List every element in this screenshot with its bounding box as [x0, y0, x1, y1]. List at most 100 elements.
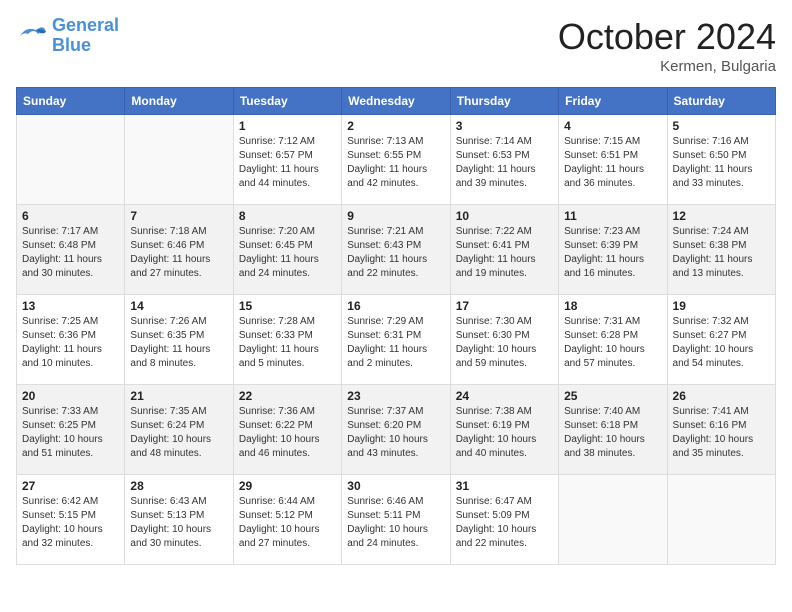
- table-row: [559, 475, 667, 565]
- table-row: 16 Sunrise: 7:29 AM Sunset: 6:31 PM Dayli…: [342, 295, 450, 385]
- table-row: 18Sunrise: 7:31 AM Sunset: 6:28 PM Dayli…: [559, 295, 667, 385]
- table-row: 22 Sunrise: 7:36 AM Sunset: 6:22 PM Dayli…: [233, 385, 341, 475]
- table-row: 23 Sunrise: 7:37 AM Sunset: 6:20 PM Dayli…: [342, 385, 450, 475]
- day-number: 5: [673, 119, 770, 133]
- day-info: Sunrise: 6:46 AM Sunset: 5:11 PM Dayligh…: [347, 495, 444, 551]
- col-tuesday: Tuesday: [233, 88, 341, 115]
- day-info: Sunrise: 7:17 AM Sunset: 6:48 PM Dayligh…: [22, 225, 119, 281]
- day-number: 7: [130, 209, 227, 223]
- day-number: 11: [564, 209, 661, 223]
- day-info: Sunrise: 7:13 AM Sunset: 6:55 PM Dayligh…: [347, 135, 444, 191]
- day-number: 14: [130, 299, 227, 313]
- day-number: 12: [673, 209, 770, 223]
- table-row: 17Sunrise: 7:30 AM Sunset: 6:30 PM Dayli…: [450, 295, 558, 385]
- table-row: 29 Sunrise: 6:44 AM Sunset: 5:12 PM Dayli…: [233, 475, 341, 565]
- day-number: 27: [22, 479, 119, 493]
- calendar-week-row: 6 Sunrise: 7:17 AM Sunset: 6:48 PM Daylig…: [17, 205, 776, 295]
- day-info: Sunrise: 7:33 AM Sunset: 6:25 PM Dayligh…: [22, 405, 119, 461]
- col-thursday: Thursday: [450, 88, 558, 115]
- day-info: Sunrise: 7:32 AM Sunset: 6:27 PM Dayligh…: [673, 315, 770, 371]
- table-row: 31 Sunrise: 6:47 AM Sunset: 5:09 PM Dayli…: [450, 475, 558, 565]
- table-row: 5 Sunrise: 7:16 AM Sunset: 6:50 PM Daylig…: [667, 115, 775, 205]
- day-info: Sunrise: 7:38 AM Sunset: 6:19 PM Dayligh…: [456, 405, 553, 461]
- day-number: 1: [239, 119, 336, 133]
- calendar-week-row: 27 Sunrise: 6:42 AM Sunset: 5:15 PM Dayli…: [17, 475, 776, 565]
- logo: General Blue: [16, 16, 119, 56]
- day-info: Sunrise: 7:16 AM Sunset: 6:50 PM Dayligh…: [673, 135, 770, 191]
- table-row: 10Sunrise: 7:22 AM Sunset: 6:41 PM Dayli…: [450, 205, 558, 295]
- day-number: 16: [347, 299, 444, 313]
- day-info: Sunrise: 6:47 AM Sunset: 5:09 PM Dayligh…: [456, 495, 553, 551]
- day-number: 25: [564, 389, 661, 403]
- day-info: Sunrise: 7:20 AM Sunset: 6:45 PM Dayligh…: [239, 225, 336, 281]
- day-number: 29: [239, 479, 336, 493]
- col-monday: Monday: [125, 88, 233, 115]
- day-info: Sunrise: 6:44 AM Sunset: 5:12 PM Dayligh…: [239, 495, 336, 551]
- table-row: 12 Sunrise: 7:24 AM Sunset: 6:38 PM Dayli…: [667, 205, 775, 295]
- table-row: 15Sunrise: 7:28 AM Sunset: 6:33 PM Dayli…: [233, 295, 341, 385]
- day-info: Sunrise: 7:14 AM Sunset: 6:53 PM Dayligh…: [456, 135, 553, 191]
- day-info: Sunrise: 7:30 AM Sunset: 6:30 PM Dayligh…: [456, 315, 553, 371]
- table-row: 3 Sunrise: 7:14 AM Sunset: 6:53 PM Daylig…: [450, 115, 558, 205]
- day-info: Sunrise: 7:21 AM Sunset: 6:43 PM Dayligh…: [347, 225, 444, 281]
- day-number: 4: [564, 119, 661, 133]
- table-row: 14Sunrise: 7:26 AM Sunset: 6:35 PM Dayli…: [125, 295, 233, 385]
- logo-text: General Blue: [52, 16, 119, 56]
- day-number: 9: [347, 209, 444, 223]
- day-info: Sunrise: 7:12 AM Sunset: 6:57 PM Dayligh…: [239, 135, 336, 191]
- col-wednesday: Wednesday: [342, 88, 450, 115]
- calendar-week-row: 1 Sunrise: 7:12 AM Sunset: 6:57 PM Daylig…: [17, 115, 776, 205]
- col-saturday: Saturday: [667, 88, 775, 115]
- table-row: 28Sunrise: 6:43 AM Sunset: 5:13 PM Dayli…: [125, 475, 233, 565]
- day-number: 21: [130, 389, 227, 403]
- day-number: 3: [456, 119, 553, 133]
- day-number: 13: [22, 299, 119, 313]
- day-number: 22: [239, 389, 336, 403]
- calendar-table: Sunday Monday Tuesday Wednesday Thursday…: [16, 87, 776, 565]
- day-number: 19: [673, 299, 770, 313]
- day-number: 15: [239, 299, 336, 313]
- day-info: Sunrise: 7:29 AM Sunset: 6:31 PM Dayligh…: [347, 315, 444, 371]
- day-number: 20: [22, 389, 119, 403]
- day-info: Sunrise: 7:35 AM Sunset: 6:24 PM Dayligh…: [130, 405, 227, 461]
- logo-icon: [16, 22, 48, 50]
- day-number: 8: [239, 209, 336, 223]
- table-row: 26 Sunrise: 7:41 AM Sunset: 6:16 PM Dayli…: [667, 385, 775, 475]
- day-info: Sunrise: 7:23 AM Sunset: 6:39 PM Dayligh…: [564, 225, 661, 281]
- table-row: 13 Sunrise: 7:25 AM Sunset: 6:36 PM Dayli…: [17, 295, 125, 385]
- table-row: 6 Sunrise: 7:17 AM Sunset: 6:48 PM Daylig…: [17, 205, 125, 295]
- location: Kermen, Bulgaria: [558, 58, 776, 75]
- table-row: 21 Sunrise: 7:35 AM Sunset: 6:24 PM Dayli…: [125, 385, 233, 475]
- table-row: 30 Sunrise: 6:46 AM Sunset: 5:11 PM Dayli…: [342, 475, 450, 565]
- table-row: 11 Sunrise: 7:23 AM Sunset: 6:39 PM Dayli…: [559, 205, 667, 295]
- day-info: Sunrise: 7:25 AM Sunset: 6:36 PM Dayligh…: [22, 315, 119, 371]
- day-number: 30: [347, 479, 444, 493]
- table-row: 8 Sunrise: 7:20 AM Sunset: 6:45 PM Daylig…: [233, 205, 341, 295]
- table-row: [17, 115, 125, 205]
- month-title: October 2024: [558, 16, 776, 58]
- table-row: 4 Sunrise: 7:15 AM Sunset: 6:51 PM Daylig…: [559, 115, 667, 205]
- day-info: Sunrise: 7:36 AM Sunset: 6:22 PM Dayligh…: [239, 405, 336, 461]
- table-row: 2Sunrise: 7:13 AM Sunset: 6:55 PM Daylig…: [342, 115, 450, 205]
- day-number: 6: [22, 209, 119, 223]
- day-info: Sunrise: 7:15 AM Sunset: 6:51 PM Dayligh…: [564, 135, 661, 191]
- day-info: Sunrise: 6:43 AM Sunset: 5:13 PM Dayligh…: [130, 495, 227, 551]
- day-info: Sunrise: 7:37 AM Sunset: 6:20 PM Dayligh…: [347, 405, 444, 461]
- table-row: [125, 115, 233, 205]
- day-number: 26: [673, 389, 770, 403]
- calendar-week-row: 20 Sunrise: 7:33 AM Sunset: 6:25 PM Dayli…: [17, 385, 776, 475]
- day-number: 23: [347, 389, 444, 403]
- table-row: 24 Sunrise: 7:38 AM Sunset: 6:19 PM Dayli…: [450, 385, 558, 475]
- calendar-week-row: 13 Sunrise: 7:25 AM Sunset: 6:36 PM Dayli…: [17, 295, 776, 385]
- day-info: Sunrise: 7:24 AM Sunset: 6:38 PM Dayligh…: [673, 225, 770, 281]
- table-row: [667, 475, 775, 565]
- day-number: 31: [456, 479, 553, 493]
- day-info: Sunrise: 7:31 AM Sunset: 6:28 PM Dayligh…: [564, 315, 661, 371]
- table-row: 1 Sunrise: 7:12 AM Sunset: 6:57 PM Daylig…: [233, 115, 341, 205]
- col-friday: Friday: [559, 88, 667, 115]
- table-row: 27 Sunrise: 6:42 AM Sunset: 5:15 PM Dayli…: [17, 475, 125, 565]
- day-info: Sunrise: 6:42 AM Sunset: 5:15 PM Dayligh…: [22, 495, 119, 551]
- day-info: Sunrise: 7:41 AM Sunset: 6:16 PM Dayligh…: [673, 405, 770, 461]
- day-number: 24: [456, 389, 553, 403]
- col-sunday: Sunday: [17, 88, 125, 115]
